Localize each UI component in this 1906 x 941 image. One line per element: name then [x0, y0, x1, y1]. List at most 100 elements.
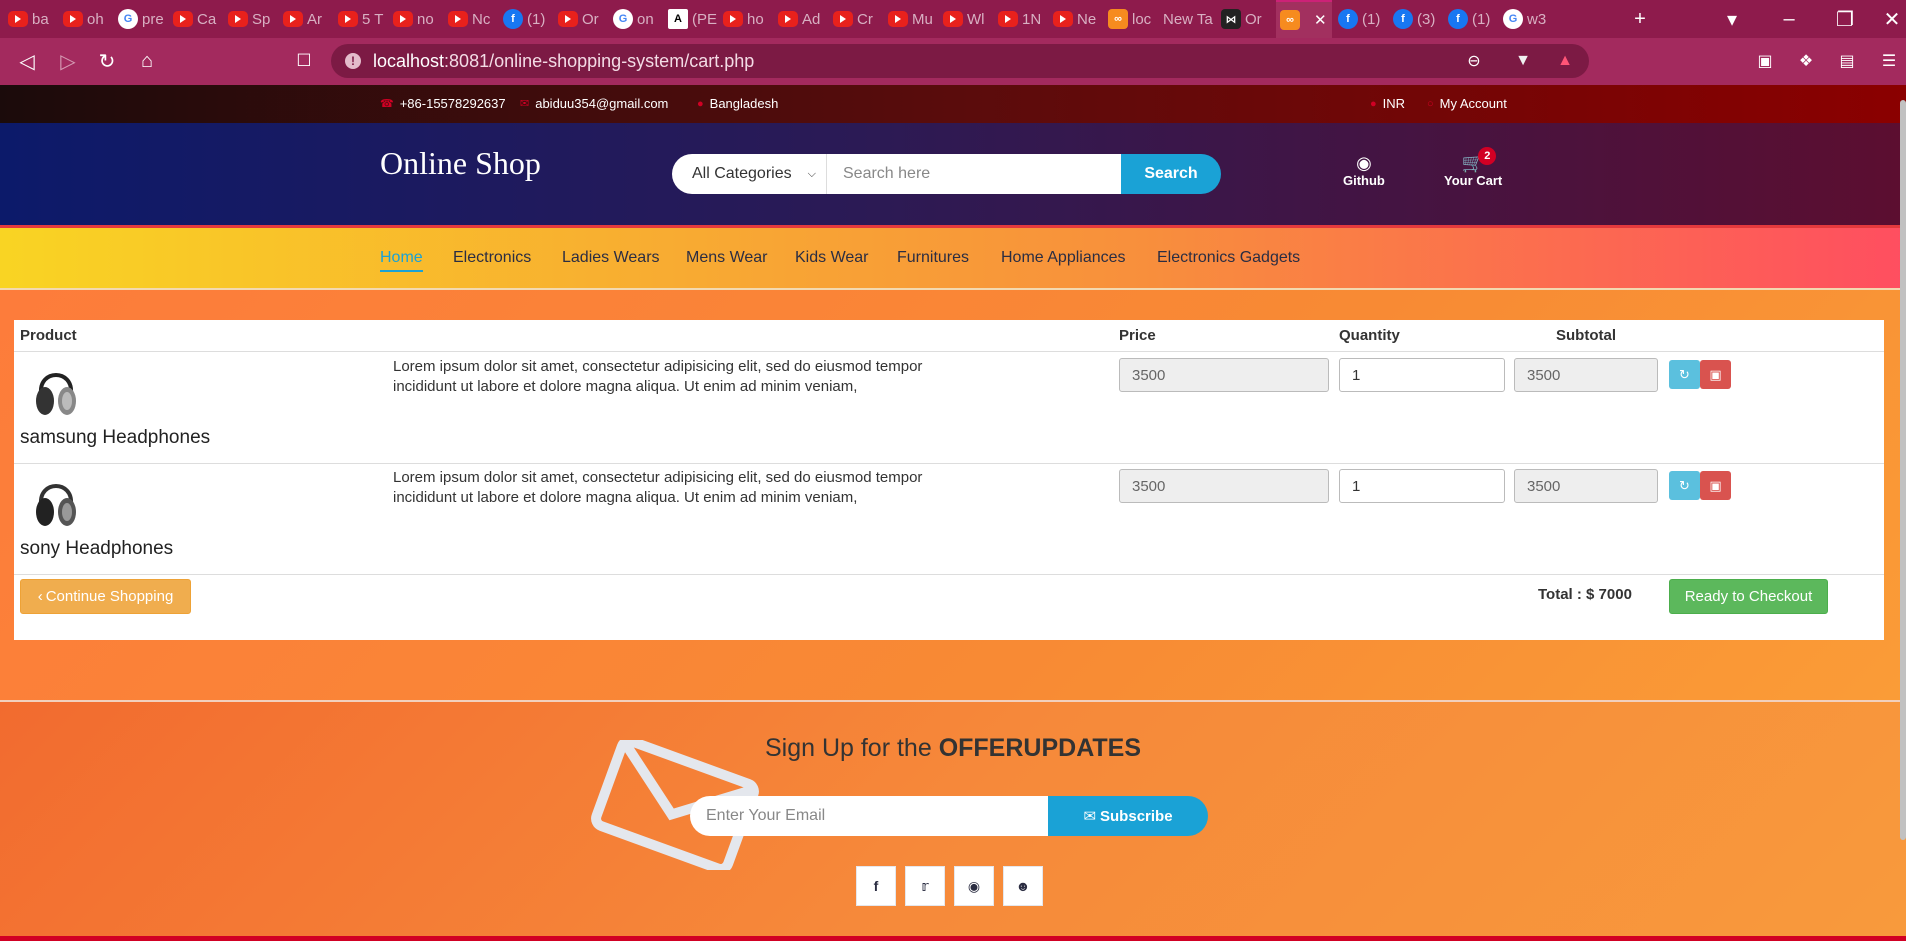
restore-icon[interactable]: ❐	[1833, 0, 1857, 38]
browser-tab[interactable]: 1N	[998, 7, 1047, 31]
tab-search-icon[interactable]: ▾	[1720, 0, 1744, 38]
nav-mens-wear[interactable]: Mens Wear	[686, 249, 768, 267]
browser-tab[interactable]: f (1)	[503, 7, 552, 31]
nav-home-appliances[interactable]: Home Appliances	[1001, 249, 1126, 267]
browser-tab[interactable]: A (PE	[668, 7, 717, 31]
forward-icon[interactable]: ▷	[55, 48, 81, 74]
currency-icon: ●	[1370, 97, 1377, 110]
search-input[interactable]: Search here	[827, 154, 1121, 194]
browser-tab[interactable]: f (1)	[1338, 7, 1387, 31]
category-select[interactable]: All Categories ⌵	[672, 154, 827, 194]
brave-shield-icon[interactable]: ▼	[1510, 48, 1536, 74]
location-link[interactable]: ● Bangladesh	[697, 96, 778, 111]
menu-icon[interactable]: ☰	[1876, 48, 1902, 74]
map-marker-icon: ●	[697, 97, 704, 110]
browser-tab-label: Ad	[802, 10, 821, 28]
remove-button[interactable]: ▣	[1700, 360, 1731, 389]
github-label: Github	[1343, 173, 1385, 188]
reload-icon[interactable]: ↻	[94, 48, 120, 74]
zoom-icon[interactable]: ⊖	[1461, 48, 1487, 74]
back-icon[interactable]: ◁	[14, 48, 40, 74]
subscribe-button[interactable]: ✉ Subscribe	[1048, 796, 1208, 836]
browser-tab[interactable]: Mu	[888, 7, 937, 31]
nav-home[interactable]: Home	[380, 249, 423, 272]
quantity-input[interactable]: 1	[1339, 358, 1505, 392]
currency-link[interactable]: ● INR	[1370, 96, 1405, 111]
nav-kids-wear[interactable]: Kids Wear	[795, 249, 869, 267]
my-account-link[interactable]: ○ My Account	[1427, 96, 1507, 111]
github-icon[interactable]: ☻	[1003, 866, 1043, 906]
browser-tab[interactable]: Gon	[613, 7, 662, 31]
browser-toolbar: ◁ ▷ ↻ ⌂ ☐ ! localhost:8081/online-shoppi…	[0, 38, 1906, 85]
product-name[interactable]: sony Headphones	[20, 538, 173, 560]
wallet-icon[interactable]: ▤	[1834, 48, 1860, 74]
browser-tab[interactable]: Sp	[228, 7, 277, 31]
browser-tab-label: oh	[87, 10, 104, 28]
close-window-icon[interactable]: ✕	[1880, 0, 1904, 38]
facebook-icon: f	[1393, 9, 1413, 29]
browser-tab[interactable]: 5 T	[338, 7, 387, 31]
instagram-icon[interactable]: ◉	[954, 866, 994, 906]
browser-tab-label: New Ta	[1163, 10, 1213, 28]
checkout-button[interactable]: Ready to Checkout	[1669, 579, 1828, 614]
browser-tab[interactable]: no	[393, 7, 442, 31]
browser-tab[interactable]: ho	[723, 7, 772, 31]
remove-button[interactable]: ▣	[1700, 471, 1731, 500]
minimize-icon[interactable]: –	[1777, 0, 1801, 38]
browser-tab[interactable]: Nc	[448, 7, 497, 31]
bookmark-icon[interactable]: ☐	[291, 48, 317, 74]
home-icon[interactable]: ⌂	[134, 48, 160, 74]
nav-electronics-gadgets[interactable]: Electronics Gadgets	[1157, 249, 1300, 267]
github-link[interactable]: ◉ Github	[1343, 153, 1385, 188]
browser-tab[interactable]: Gpre	[118, 7, 167, 31]
browser-tab[interactable]: Ca	[173, 7, 222, 31]
cart-link[interactable]: 🛒 2 Your Cart	[1444, 147, 1502, 188]
update-button[interactable]: ↻	[1669, 471, 1700, 500]
browser-tab[interactable]: Ad	[778, 7, 827, 31]
browser-tab[interactable]: Gw3	[1503, 7, 1552, 31]
browser-tab[interactable]: Ne	[1053, 7, 1102, 31]
extension-icon[interactable]: ▣	[1752, 48, 1778, 74]
page-scrollbar[interactable]	[1900, 100, 1906, 840]
puzzle-icon[interactable]: ❖	[1793, 48, 1819, 74]
browser-tab[interactable]: ba	[8, 7, 57, 31]
browser-tab[interactable]: Wl	[943, 7, 992, 31]
browser-tab-bar: ba oh Gpre Ca Sp Ar 5 Tno Nc f (1) Or Gon A (PE ho Ad Cr…	[0, 0, 1906, 38]
browser-tab[interactable]: ∞ ✕	[1276, 0, 1332, 38]
close-tab-icon[interactable]: ✕	[1314, 11, 1327, 29]
email-field[interactable]: Enter Your Email	[690, 796, 1048, 836]
phone-link[interactable]: ☎ +86-15578292637	[380, 96, 506, 111]
browser-tab[interactable]: oh	[63, 7, 112, 31]
site-logo[interactable]: Online Shop	[380, 145, 541, 182]
browser-tab[interactable]: f (1)	[1448, 7, 1497, 31]
facebook-icon[interactable]: f	[856, 866, 896, 906]
browser-tab[interactable]: Or	[558, 7, 607, 31]
new-tab-icon[interactable]: +	[1628, 0, 1652, 38]
search-button[interactable]: Search	[1121, 154, 1221, 194]
google-icon: G	[118, 9, 138, 29]
location-text: Bangladesh	[709, 96, 779, 111]
update-button[interactable]: ↻	[1669, 360, 1700, 389]
category-select-value: All Categories	[692, 165, 792, 182]
not-secure-icon[interactable]: !	[345, 53, 361, 69]
nav-furnitures[interactable]: Furnitures	[897, 249, 969, 267]
currency-text: INR	[1382, 96, 1406, 111]
url-text[interactable]: localhost:8081/online-shopping-system/ca…	[373, 51, 754, 72]
brave-rewards-icon[interactable]: ▲	[1552, 48, 1578, 74]
twitter-icon[interactable]: 𝕣	[905, 866, 945, 906]
main-navigation: Home Electronics Ladies Wears Mens Wear …	[0, 225, 1906, 290]
nav-ladies-wears[interactable]: Ladies Wears	[562, 249, 660, 267]
browser-tab[interactable]: ∞ loc	[1108, 7, 1157, 31]
address-bar[interactable]: ! localhost:8081/online-shopping-system/…	[331, 44, 1589, 78]
browser-tab[interactable]: f (3)	[1393, 7, 1442, 31]
email-link[interactable]: ✉ abiduu354@gmail.com	[520, 96, 668, 111]
browser-tab[interactable]: New Ta	[1163, 7, 1215, 31]
continue-shopping-button[interactable]: ‹ Continue Shopping	[20, 579, 191, 614]
browser-tab[interactable]: Ar	[283, 7, 332, 31]
product-name[interactable]: samsung Headphones	[20, 427, 210, 449]
nav-electronics[interactable]: Electronics	[453, 249, 531, 267]
browser-tab[interactable]: Cr	[833, 7, 882, 31]
browser-tab[interactable]: ⋈ Or	[1221, 7, 1270, 31]
quantity-input[interactable]: 1	[1339, 469, 1505, 503]
github-icon: ◉	[1356, 153, 1372, 173]
